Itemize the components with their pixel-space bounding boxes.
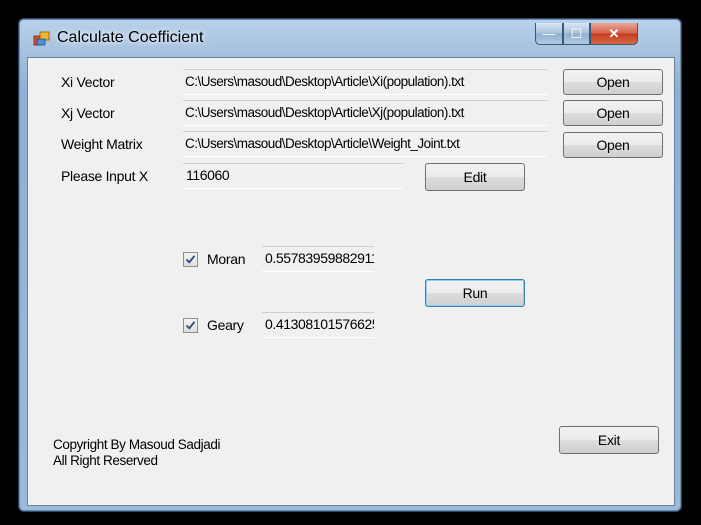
weight-open-button[interactable]: Open [563,132,663,158]
maximize-button[interactable]: ☐ [563,23,590,45]
geary-checkbox[interactable] [183,318,198,333]
geary-result-field[interactable]: 0.41308101576625 [262,312,374,338]
maximize-icon: ☐ [570,25,583,41]
minimize-button[interactable]: — [535,23,563,45]
title-bar[interactable]: Calculate Coefficient — ☐ ✕ [19,19,681,57]
check-icon [185,255,196,264]
xj-vector-label: Xj Vector [61,105,115,121]
input-x-field[interactable]: 116060 [183,163,403,189]
run-button[interactable]: Run [425,279,525,307]
minimize-icon: — [542,26,556,41]
check-icon [185,321,196,330]
input-x-label: Please Input X [61,168,148,184]
xi-vector-path[interactable]: C:\Users\masoud\Desktop\Article\Xi(popul… [183,69,547,95]
copyright-line-1: Copyright By Masoud Sadjadi [53,437,221,452]
close-button[interactable]: ✕ [590,23,638,45]
xj-vector-path[interactable]: C:\Users\masoud\Desktop\Article\Xj(popul… [183,100,547,126]
weight-matrix-label: Weight Matrix [61,136,143,152]
moran-checkbox[interactable] [183,252,198,267]
moran-result-field[interactable]: 0.55783959882911 [262,246,374,272]
xj-open-button[interactable]: Open [563,100,663,126]
app-icon [33,31,50,46]
moran-label: Moran [207,251,246,267]
client-area: Xi Vector C:\Users\masoud\Desktop\Articl… [27,57,675,506]
xi-vector-label: Xi Vector [61,74,115,90]
weight-matrix-path[interactable]: C:\Users\masoud\Desktop\Article\Weight_J… [183,131,547,157]
window-title: Calculate Coefficient [57,29,204,46]
copyright-line-2: All Right Reserved [53,453,158,468]
geary-label: Geary [207,317,244,333]
application-window: Calculate Coefficient — ☐ ✕ Xi Vector C:… [18,18,682,512]
exit-button[interactable]: Exit [559,426,659,454]
close-icon: ✕ [608,25,620,41]
xi-open-button[interactable]: Open [563,69,663,95]
edit-button[interactable]: Edit [425,163,525,191]
copyright-text: Copyright By Masoud Sadjadi All Right Re… [53,437,220,469]
